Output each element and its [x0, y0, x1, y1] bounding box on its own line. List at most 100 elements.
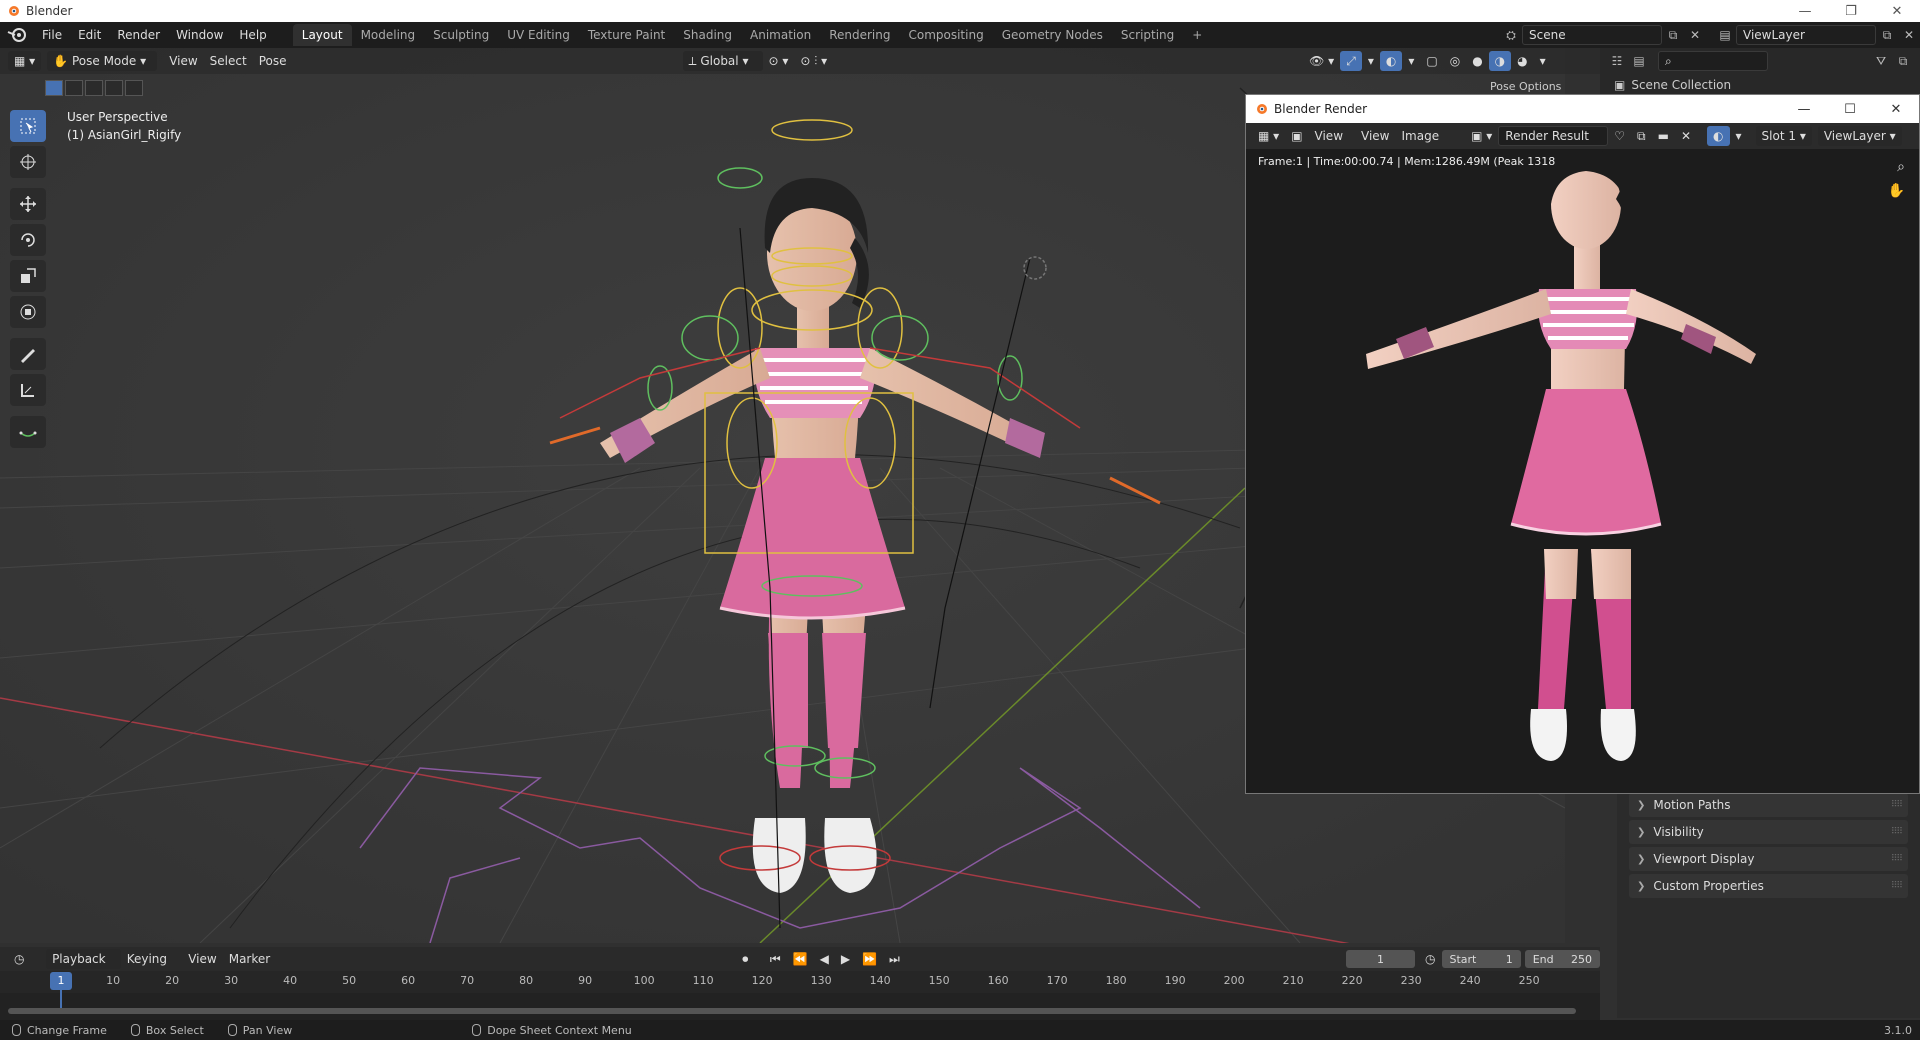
pose-options-button[interactable]: Pose Options	[1490, 80, 1561, 93]
new-scene-icon[interactable]: ⧉	[1662, 25, 1684, 45]
outliner-search-input[interactable]: ⌕	[1658, 51, 1768, 71]
play-reverse-icon[interactable]: ◀	[814, 949, 835, 969]
select-invert-icon[interactable]	[105, 80, 123, 96]
menu-view[interactable]: View	[163, 51, 203, 71]
zoom-icon[interactable]: ⌕	[1897, 159, 1905, 175]
drag-handle-icon[interactable]: ⠿⠿	[1891, 881, 1903, 891]
mode-dropdown[interactable]: ✋ Pose Mode ▾	[47, 51, 158, 71]
clock-icon[interactable]: ◷	[1419, 949, 1441, 969]
new-image-icon[interactable]: ⧉	[1631, 126, 1652, 146]
drag-handle-icon[interactable]: ⠿⠿	[1891, 827, 1903, 837]
render-close-button[interactable]: ✕	[1873, 95, 1919, 123]
menu-edit[interactable]: Edit	[70, 22, 109, 48]
tab-animation[interactable]: Animation	[741, 24, 820, 46]
menu-help[interactable]: Help	[231, 22, 274, 48]
slot-dropdown[interactable]: Slot 1 ▾	[1755, 126, 1812, 146]
material-shading-icon[interactable]: ◑	[1488, 51, 1512, 71]
fake-user-icon[interactable]: ♡	[1608, 126, 1631, 146]
select-extend-icon[interactable]	[65, 80, 83, 96]
overlay-dropdown[interactable]: ▾	[1402, 51, 1420, 71]
play-icon[interactable]: ▶	[835, 949, 856, 969]
editor-type-dropdown[interactable]: ▦ ▾	[8, 51, 42, 71]
jump-keyframe-forward-icon[interactable]: ⏩	[856, 949, 883, 969]
render-result-canvas[interactable]: Frame:1 | Time:00:00.74 | Mem:1286.49M (…	[1246, 149, 1919, 793]
render-menu-view-2[interactable]: View	[1355, 126, 1395, 146]
menu-window[interactable]: Window	[168, 22, 231, 48]
menu-select[interactable]: Select	[204, 51, 253, 71]
jump-start-icon[interactable]: ⏮	[764, 949, 787, 969]
rendered-shading-icon[interactable]: ◕	[1511, 51, 1533, 71]
overlay-icon[interactable]: ◐	[1379, 51, 1403, 71]
delete-viewlayer-icon[interactable]: ✕	[1898, 25, 1920, 45]
menu-file[interactable]: File	[34, 22, 70, 48]
viewlayer-selector[interactable]: ViewLayer	[1736, 25, 1876, 45]
tab-texture-paint[interactable]: Texture Paint	[579, 24, 674, 46]
viewlayer-icon[interactable]: ▤	[1714, 25, 1736, 45]
restore-button[interactable]: ❐	[1828, 0, 1874, 22]
view-mode-icon[interactable]: ▣	[1285, 126, 1308, 146]
render-menu-view-1[interactable]: View	[1309, 126, 1349, 146]
end-frame-field[interactable]: End 250	[1524, 950, 1600, 968]
blender-menu-icon[interactable]	[4, 24, 34, 46]
current-frame-field[interactable]: 1	[1345, 950, 1416, 968]
tab-geometry-nodes[interactable]: Geometry Nodes	[993, 24, 1112, 46]
scene-selector[interactable]: Scene	[1522, 25, 1662, 45]
render-overlay-icon[interactable]: ◐	[1707, 126, 1730, 146]
close-button[interactable]: ✕	[1874, 0, 1920, 22]
menu-render[interactable]: Render	[109, 22, 168, 48]
wireframe-shading-icon[interactable]: ◎	[1444, 51, 1466, 71]
render-maximize-button[interactable]: ☐	[1827, 95, 1873, 123]
jump-keyframe-back-icon[interactable]: ⏪	[787, 949, 814, 969]
marker-menu[interactable]: Marker	[223, 949, 276, 969]
start-frame-field[interactable]: Start 1	[1441, 950, 1521, 968]
select-box-tool-icon[interactable]	[10, 110, 46, 142]
playhead[interactable]: 1	[50, 972, 72, 990]
tab-shading[interactable]: Shading	[674, 24, 741, 46]
shading-dropdown[interactable]: ▾	[1534, 51, 1552, 71]
new-collection-icon[interactable]: ⧉	[1892, 51, 1914, 71]
minimize-button[interactable]: —	[1782, 0, 1828, 22]
render-minimize-button[interactable]: —	[1781, 95, 1827, 123]
panel-custom-properties[interactable]: ❯ Custom Properties ⠿⠿	[1629, 874, 1908, 898]
select-new-icon[interactable]	[45, 80, 63, 96]
breakdowner-tool-icon[interactable]	[10, 416, 46, 448]
panel-viewport-display[interactable]: ❯ Viewport Display ⠿⠿	[1629, 847, 1908, 871]
annotate-tool-icon[interactable]	[10, 338, 46, 370]
solid-shading-icon[interactable]: ●	[1466, 51, 1488, 71]
tab-layout[interactable]: Layout	[292, 24, 352, 46]
tab-modeling[interactable]: Modeling	[352, 24, 425, 46]
rotate-tool-icon[interactable]	[10, 224, 46, 256]
playback-menu[interactable]: Playback ▾	[46, 949, 121, 986]
record-icon[interactable]: ⏺ ▾	[736, 949, 764, 986]
cursor-tool-icon[interactable]	[10, 146, 46, 178]
gizmo-icon[interactable]: ⤢	[1340, 51, 1362, 71]
scene-icon[interactable]: ⛭	[1500, 25, 1522, 45]
unlink-image-icon[interactable]: ✕	[1675, 126, 1697, 146]
measure-tool-icon[interactable]	[10, 374, 46, 406]
timeline-ruler[interactable]: 1102030405060708090100110120130140150160…	[0, 971, 1600, 993]
transform-tool-icon[interactable]	[10, 296, 46, 328]
new-viewlayer-icon[interactable]: ⧉	[1876, 25, 1898, 45]
panel-motion-paths[interactable]: ❯ Motion Paths ⠿⠿	[1629, 793, 1908, 817]
xray-icon[interactable]: ▢	[1420, 51, 1443, 71]
tab-scripting[interactable]: Scripting	[1112, 24, 1183, 46]
select-subtract-icon[interactable]	[85, 80, 103, 96]
delete-scene-icon[interactable]: ✕	[1684, 25, 1706, 45]
add-workspace-button[interactable]: +	[1183, 24, 1211, 46]
orientation-dropdown[interactable]: ⟂ Global ▾	[682, 51, 763, 71]
scale-tool-icon[interactable]	[10, 260, 46, 292]
pivot-icon[interactable]: ⊙ ▾	[763, 51, 795, 71]
jump-end-icon[interactable]: ⏭	[883, 949, 906, 969]
render-menu-image[interactable]: Image	[1396, 126, 1446, 146]
tab-uv-editing[interactable]: UV Editing	[498, 24, 579, 46]
timeline-editor-icon[interactable]: ◷ ▾	[8, 949, 40, 986]
menu-pose[interactable]: Pose	[253, 51, 293, 71]
visibility-icon[interactable]: 👁 ▾	[1303, 51, 1340, 71]
tab-rendering[interactable]: Rendering	[820, 24, 899, 46]
tab-sculpting[interactable]: Sculpting	[424, 24, 498, 46]
render-overlay-dropdown[interactable]: ▾	[1730, 126, 1748, 146]
pan-hand-icon[interactable]: ✋	[1888, 183, 1905, 199]
display-mode-icon[interactable]: ▤	[1628, 51, 1650, 71]
snap-icon[interactable]: ⊙ ⫶ ▾	[794, 51, 833, 71]
scene-collection-row[interactable]: ▣ Scene Collection	[1600, 74, 1920, 96]
